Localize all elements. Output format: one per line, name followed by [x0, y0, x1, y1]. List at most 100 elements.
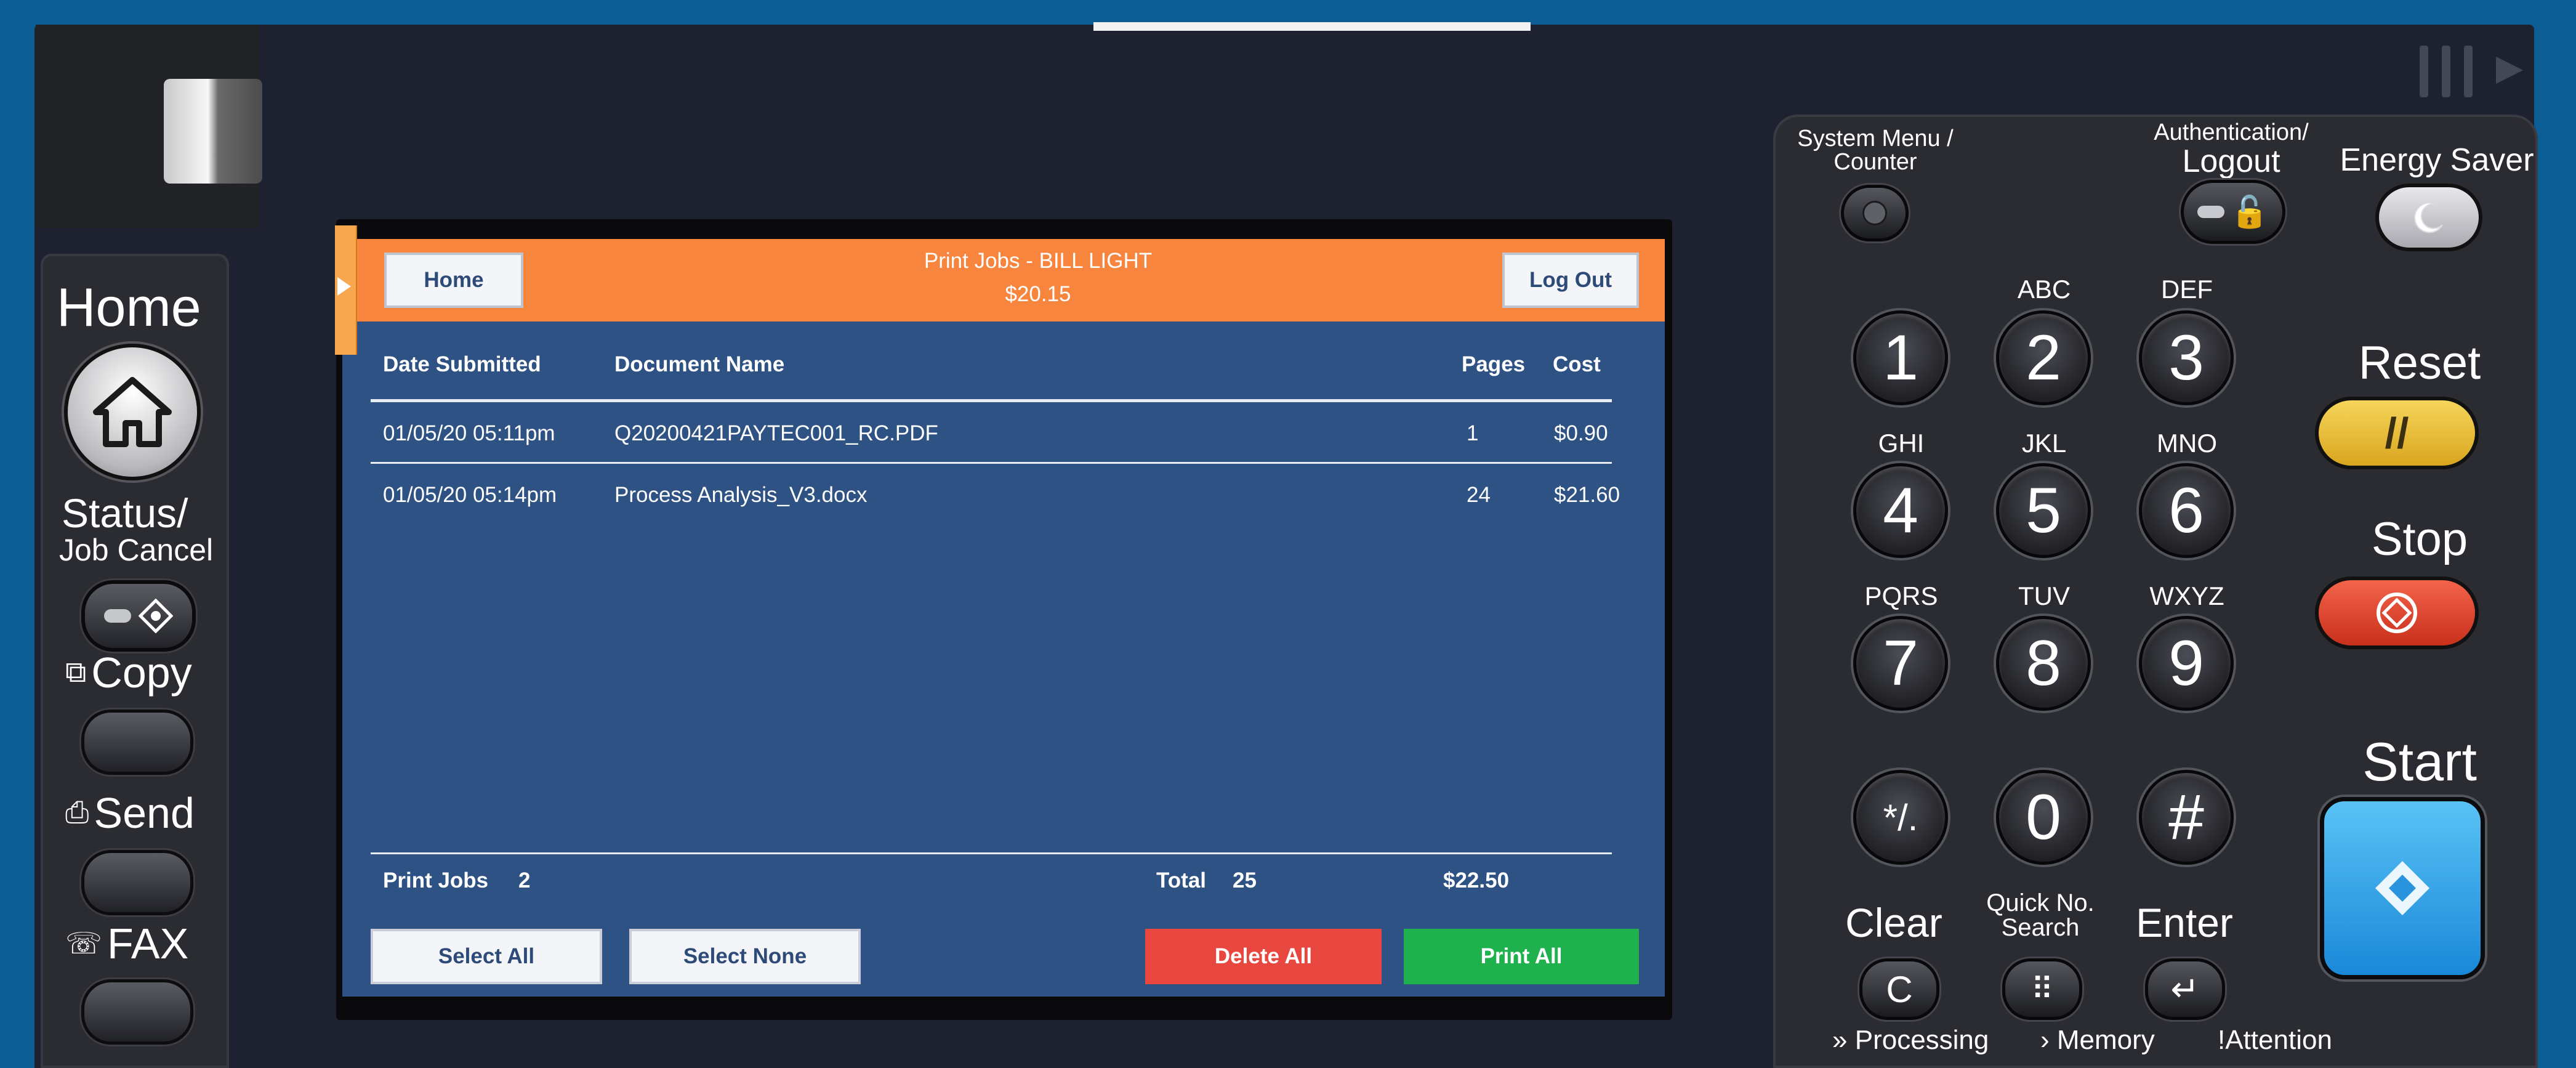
column-header-date: Date Submitted — [383, 352, 541, 376]
top-light-strip — [1093, 22, 1531, 31]
key-6[interactable]: 6 — [2139, 463, 2234, 558]
copy-button[interactable] — [81, 710, 193, 775]
copy-label: ⧉ Copy — [65, 649, 192, 697]
energy-saver-button[interactable] — [2375, 184, 2482, 251]
processing-indicator: » Processing — [1832, 1025, 1989, 1055]
column-header-document: Document Name — [614, 352, 785, 376]
reset-button[interactable]: // — [2315, 397, 2479, 469]
print-jobs-label: Print Jobs — [383, 868, 489, 892]
total-pages: 25 — [1233, 868, 1257, 892]
led-indicator-icon — [1862, 201, 1887, 225]
key-2[interactable]: 2 — [1996, 310, 2091, 405]
quick-no-search-button[interactable]: ⠿ — [2002, 958, 2082, 1020]
clear-button[interactable]: C — [1859, 958, 1939, 1020]
start-diamond-icon — [2375, 861, 2429, 915]
key-1[interactable]: 1 — [1853, 310, 1948, 405]
moon-icon — [2414, 202, 2443, 233]
header-divider — [371, 399, 1612, 402]
row-date: 01/05/20 05:14pm — [383, 483, 557, 507]
row-date: 01/05/20 05:11pm — [383, 421, 555, 445]
letters-label: JKL — [2021, 429, 2067, 458]
key-star-period[interactable]: */. — [1853, 770, 1948, 865]
row-document: Q20200421PAYTEC001_RC.PDF — [614, 421, 938, 445]
copy-icon: ⧉ — [65, 656, 87, 689]
print-jobs-count: 2 — [518, 868, 531, 892]
key-7[interactable]: 7 — [1853, 616, 1948, 711]
key-8[interactable]: 8 — [1996, 616, 2091, 711]
column-header-cost: Cost — [1553, 352, 1601, 376]
row-cost: $21.60 — [1554, 483, 1620, 507]
letters-label: TUV — [2018, 581, 2070, 610]
key-5[interactable]: 5 — [1996, 463, 2091, 558]
home-label: Home — [57, 277, 201, 338]
stop-icon — [2377, 593, 2417, 633]
authentication-label: Authentication/Logout — [2154, 119, 2309, 179]
enter-button[interactable]: ↵ — [2145, 958, 2225, 1020]
memory-icon: › — [2040, 1025, 2050, 1055]
select-all-button[interactable]: Select All — [371, 929, 602, 984]
clear-label: Clear — [1845, 900, 1942, 945]
key-4[interactable]: 4 — [1853, 463, 1948, 558]
job-cancel-label: Job Cancel — [59, 533, 214, 567]
select-none-button[interactable]: Select None — [629, 929, 861, 984]
attention-icon: ! — [2218, 1025, 2226, 1055]
home-button[interactable] — [64, 344, 201, 480]
letters-label: DEF — [2161, 275, 2213, 304]
status-job-cancel-button[interactable] — [81, 580, 196, 652]
system-menu-label: System Menu / Counter — [1797, 126, 1954, 175]
print-all-button[interactable]: Print All — [1404, 929, 1639, 984]
vent-bar — [2420, 46, 2428, 97]
table-row[interactable]: 01/05/20 05:14pm Process Analysis_V3.doc… — [371, 464, 1620, 522]
letters-label: ABC — [2017, 275, 2071, 304]
footer-divider — [371, 852, 1612, 854]
enter-label: Enter — [2136, 900, 2233, 945]
reset-label: Reset — [2358, 337, 2481, 389]
card-slot — [164, 79, 262, 184]
stop-label: Stop — [2371, 513, 2468, 565]
processing-icon: » — [1832, 1025, 1848, 1055]
fax-icon: ☏ — [65, 928, 103, 960]
key-9[interactable]: 9 — [2139, 616, 2234, 711]
send-button[interactable] — [81, 850, 193, 915]
row-document: Process Analysis_V3.docx — [614, 483, 867, 507]
home-icon — [93, 377, 172, 447]
row-cost: $0.90 — [1554, 421, 1608, 445]
attention-indicator: !Attention — [2218, 1025, 2332, 1055]
side-tab-handle[interactable] — [335, 225, 357, 355]
send-label: ⎙ Send — [65, 789, 195, 837]
stop-button[interactable] — [2315, 576, 2479, 649]
touch-screen: Home Print Jobs - BILL LIGHT $20.15 Log … — [335, 225, 1665, 997]
reset-slash-icon: // — [2385, 409, 2409, 457]
start-button[interactable] — [2320, 797, 2485, 979]
enter-arrow-icon: ↵ — [2170, 969, 2200, 1008]
logout-button[interactable]: Log Out — [1502, 253, 1639, 308]
led-indicator-icon — [2197, 206, 2224, 218]
lock-icon: 🔓 — [2230, 194, 2269, 229]
table-row[interactable]: 01/05/20 05:11pm Q20200421PAYTEC001_RC.P… — [371, 403, 1612, 461]
letters-label: WXYZ — [2149, 581, 2224, 610]
clear-c-icon: C — [1886, 968, 1913, 1010]
title-bar: Home Print Jobs - BILL LIGHT $20.15 Log … — [342, 239, 1665, 322]
key-0[interactable]: 0 — [1996, 770, 2091, 865]
page-title: Print Jobs - BILL LIGHT — [924, 249, 1153, 273]
led-indicator-icon — [104, 609, 131, 623]
total-label: Total — [1156, 868, 1207, 892]
home-screen-button[interactable]: Home — [384, 253, 523, 308]
total-cost: $22.50 — [1443, 868, 1510, 892]
column-header-pages: Pages — [1462, 352, 1526, 376]
vent-arrow-icon — [2496, 57, 2523, 84]
system-menu-button[interactable] — [1841, 185, 1909, 241]
letters-label: MNO — [2157, 429, 2217, 458]
key-hash[interactable]: # — [2139, 770, 2234, 865]
letters-label: GHI — [1878, 429, 1925, 458]
fax-label: ☏ FAX — [65, 920, 189, 968]
start-label: Start — [2362, 731, 2477, 792]
keypad-panel: System Menu / Counter Authentication/Logo… — [1773, 115, 2538, 1068]
authentication-logout-button[interactable]: 🔓 — [2181, 180, 2285, 244]
fax-button[interactable] — [81, 979, 193, 1045]
memory-indicator: › Memory — [2040, 1025, 2155, 1055]
left-button-column: Home Status/ Job Cancel ⧉ Copy ⎙ Send ☏ FAX — [41, 254, 229, 1068]
delete-all-button[interactable]: Delete All — [1145, 929, 1382, 984]
key-3[interactable]: 3 — [2139, 310, 2234, 405]
send-icon: ⎙ — [65, 796, 89, 829]
